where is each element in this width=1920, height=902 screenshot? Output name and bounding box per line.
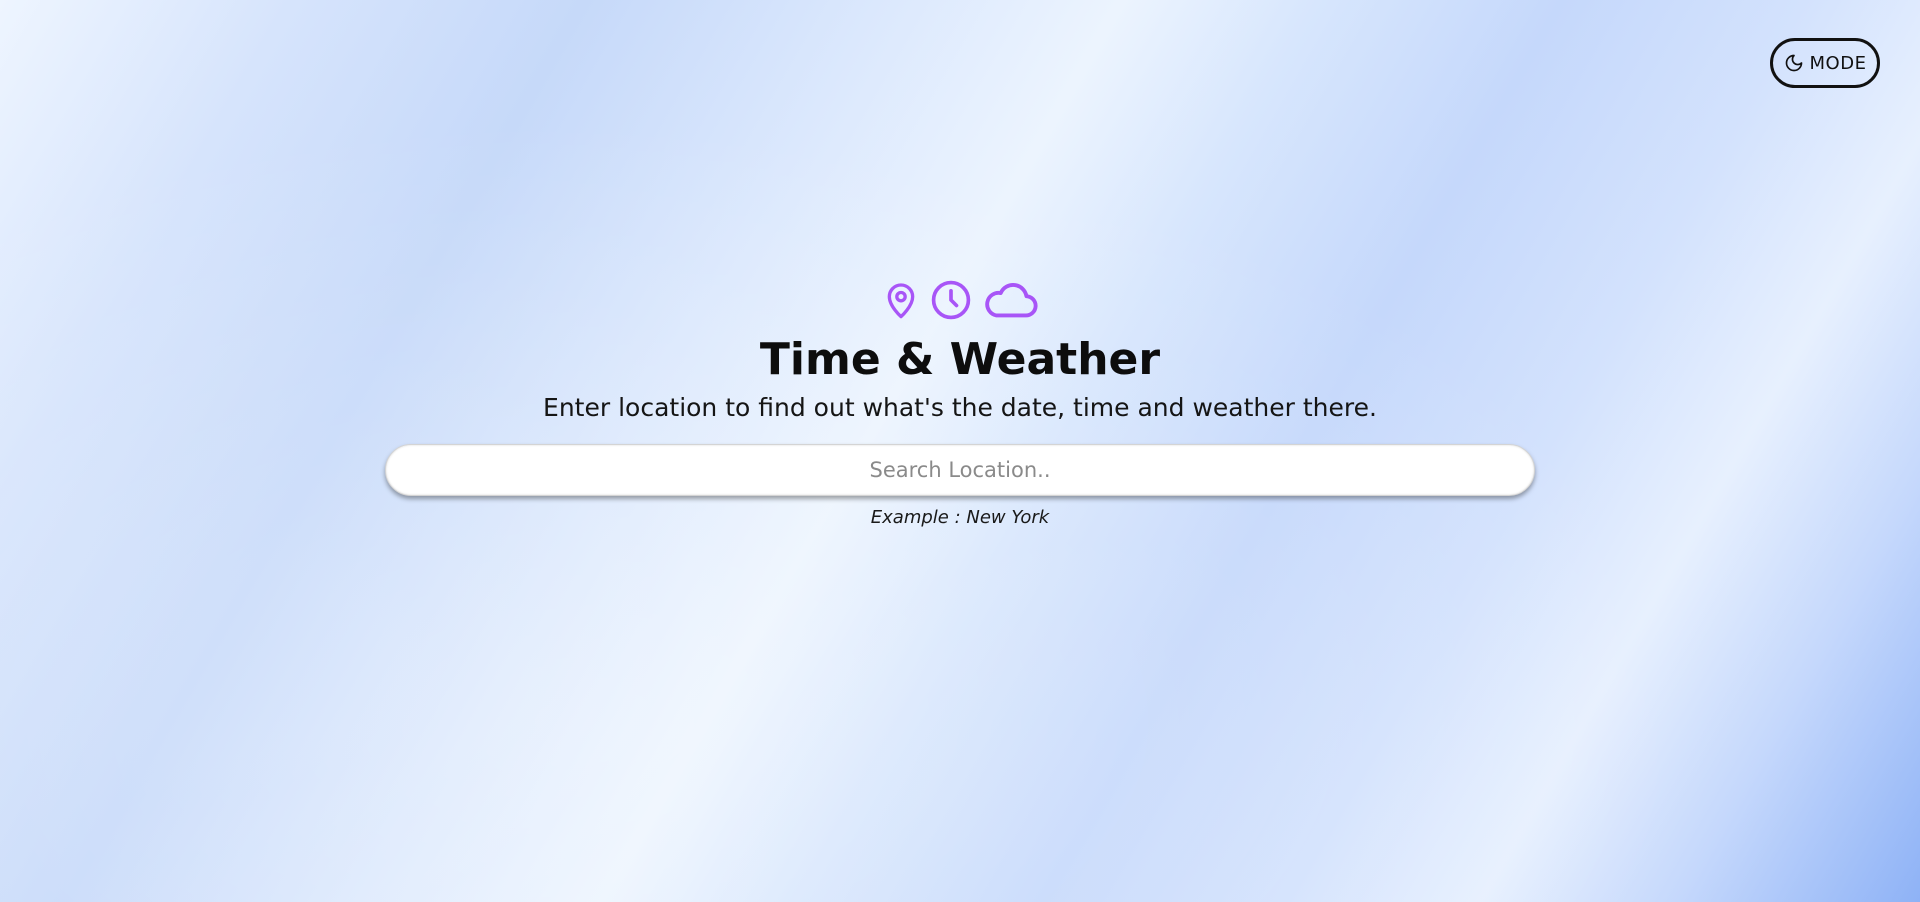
mode-toggle-button[interactable]: MODE: [1770, 38, 1880, 88]
map-pin-icon: [887, 283, 915, 319]
page-subtitle: Enter location to find out what's the da…: [543, 393, 1377, 422]
clock-icon: [931, 280, 971, 320]
search-location-input[interactable]: [385, 444, 1535, 496]
search-container: [385, 444, 1535, 496]
mode-button-label: MODE: [1809, 52, 1867, 74]
hero-icon-row: [0, 278, 1920, 322]
page-title: Time & Weather: [759, 334, 1161, 385]
cloud-icon: [985, 283, 1038, 318]
search-example-hint: Example : New York: [870, 507, 1050, 528]
moon-icon: [1785, 54, 1802, 72]
